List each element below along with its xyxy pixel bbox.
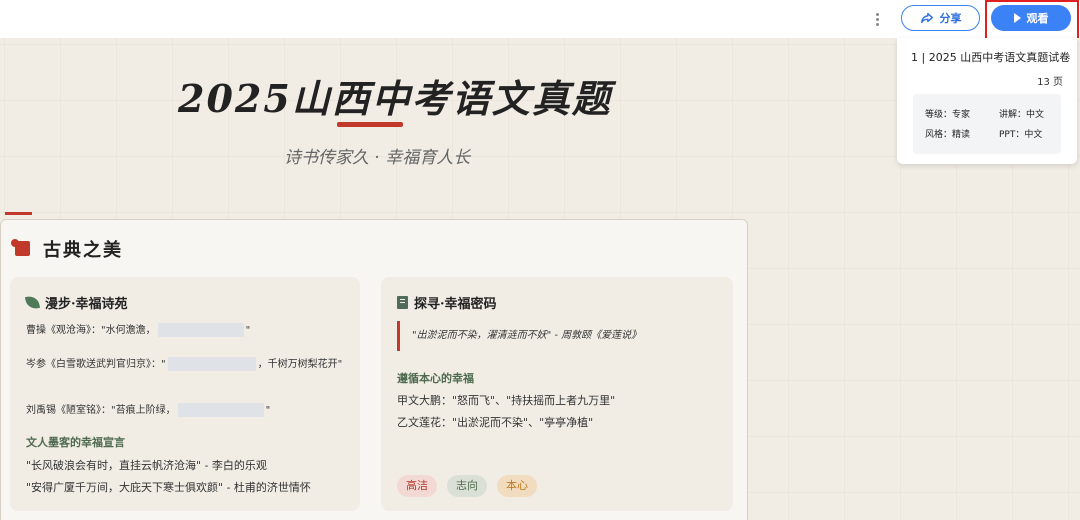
answer-blank xyxy=(177,403,264,417)
share-button[interactable]: 分享 xyxy=(901,5,980,31)
title-underline xyxy=(337,122,403,127)
document-info-panel: 1 | 2025 山西中考语文真题试卷 13 页 等级：专家 讲解：中文 风格：… xyxy=(897,38,1077,164)
poetry-panel: 漫步·幸福诗苑 曹操《观沧海》："水何澹澹， " 岑参《白雪歌送武判官归京》：" ，… xyxy=(10,277,360,511)
leaf-icon xyxy=(24,294,41,311)
tag-list: 高洁 志向 本心 xyxy=(397,475,537,497)
happiness-panel-header: 探寻·幸福密码 xyxy=(397,293,497,312)
share-arrow-icon xyxy=(920,12,933,24)
meta-lecture: 讲解：中文 xyxy=(999,110,1045,120)
section-header: 古典之美 xyxy=(11,236,123,262)
poetry-panel-title: 漫步·幸福诗苑 xyxy=(45,297,128,312)
meta-ppt: PPT：中文 xyxy=(999,130,1043,140)
document-title[interactable]: 1 | 2025 山西中考语文真题试卷 xyxy=(911,49,1070,65)
slide-subtitle: 诗书传家久 · 幸福育人长 xyxy=(284,148,471,168)
left-accent-bar xyxy=(5,212,32,215)
poem-line: 岑参《白雪歌送武判官归京》：" ，千树万树梨花开" xyxy=(26,357,346,372)
poem-line: 刘禹锡《陋室铭》："苔痕上阶绿， " xyxy=(26,403,270,418)
scroll-icon xyxy=(11,239,33,259)
tag-badge: 志向 xyxy=(447,475,487,497)
answer-blank xyxy=(157,323,244,337)
section-title: 古典之美 xyxy=(43,240,123,261)
comparison-line: 乙文莲花："出淤泥而不染"、"亭亭净植" xyxy=(397,416,594,429)
comparison-line: 甲文大鹏："怒而飞"、"持扶摇而上者九万里" xyxy=(397,394,616,407)
quote-line: "长风破浪会有时，直挂云帆济沧海" - 李白的乐观 xyxy=(26,459,267,472)
poetry-panel-header: 漫步·幸福诗苑 xyxy=(24,293,128,312)
top-toolbar: 分享 观看 xyxy=(0,0,1080,41)
featured-quote: "出淤泥而不染，濯清涟而不妖" - 周敦颐《爱莲说》 xyxy=(397,321,717,351)
poem-text: " xyxy=(265,405,271,416)
poem-text: 曹操《观沧海》："水何澹澹， xyxy=(26,325,156,336)
quote-line: "安得广厦千万间，大庇天下寒士俱欢颜" - 杜甫的济世情怀 xyxy=(26,481,311,494)
page-count: 13 页 xyxy=(1037,77,1063,88)
happiness-subheading: 遵循本心的幸福 xyxy=(397,372,474,385)
poem-text: 刘禹锡《陋室铭》："苔痕上阶绿， xyxy=(26,405,176,416)
poem-text: " xyxy=(245,325,251,336)
meta-style: 风格：精读 xyxy=(925,130,971,140)
share-label: 分享 xyxy=(939,12,962,25)
meta-box: 等级：专家 讲解：中文 风格：精读 PPT：中文 xyxy=(913,94,1061,154)
answer-blank xyxy=(167,357,256,371)
poem-text: 岑参《白雪歌送武判官归京》：" xyxy=(26,359,166,370)
meta-level: 等级：专家 xyxy=(925,110,971,120)
watch-button-highlight xyxy=(985,0,1079,41)
poem-text: ，千树万树梨花开" xyxy=(257,359,343,370)
poetry-subheading: 文人墨客的幸福宣言 xyxy=(26,436,125,449)
tag-badge: 高洁 xyxy=(397,475,437,497)
happiness-panel-title: 探寻·幸福密码 xyxy=(414,297,497,312)
slide-title: 2025山西中考语文真题 xyxy=(178,76,612,121)
content-card: 古典之美 漫步·幸福诗苑 曹操《观沧海》："水何澹澹， " 岑参《白雪歌送武判官归… xyxy=(0,219,748,520)
more-options-icon[interactable] xyxy=(870,9,884,29)
tag-badge: 本心 xyxy=(497,475,537,497)
happiness-panel: 探寻·幸福密码 "出淤泥而不染，濯清涟而不妖" - 周敦颐《爱莲说》 遵循本心的… xyxy=(381,277,733,511)
poem-line: 曹操《观沧海》："水何澹澹， " xyxy=(26,323,250,338)
book-icon xyxy=(397,296,408,309)
